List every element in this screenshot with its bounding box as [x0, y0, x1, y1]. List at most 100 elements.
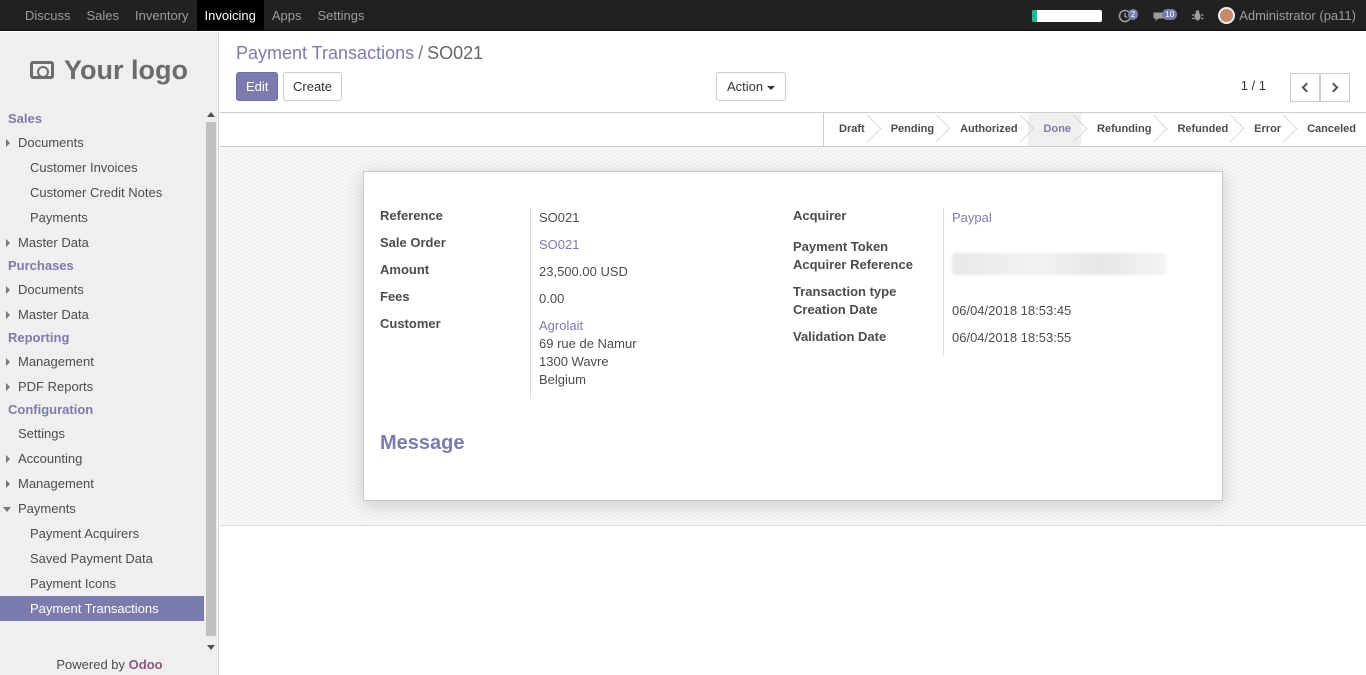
form-group-left: Reference Sale Order Amount Fees Custome… [380, 208, 637, 398]
stage-error[interactable]: Error [1238, 113, 1291, 146]
top-navbar: Discuss Sales Inventory Invoicing Apps S… [0, 0, 1366, 31]
sidebar-item-label: Documents [18, 135, 84, 150]
stage-draft[interactable]: Draft [824, 113, 875, 146]
scroll-down-arrow-icon[interactable] [207, 645, 215, 650]
menu-inventory[interactable]: Inventory [127, 0, 196, 30]
sidebar-item-payment-transactions[interactable]: Payment Transactions [0, 596, 204, 621]
label-validation-date: Validation Date [793, 329, 887, 344]
sidebar-item-settings[interactable]: Settings [0, 421, 204, 446]
sidebar-item-label: Management [18, 354, 94, 369]
value-sale-order[interactable]: SO021 [539, 237, 637, 264]
sidebar-item-label: Settings [18, 426, 65, 441]
company-logo[interactable]: Your logo [0, 32, 218, 108]
sidebar-item-label: Payment Icons [30, 576, 116, 591]
message-heading: Message [380, 432, 465, 454]
main-content: Payment Transactions / SO021 Edit Create A… [220, 32, 1366, 675]
menu-discuss[interactable]: Discuss [17, 0, 79, 30]
scrollbar-thumb[interactable] [206, 122, 216, 636]
create-button[interactable]: Create [283, 72, 343, 101]
sidebar-item-master-data[interactable]: Master Data [0, 302, 204, 327]
debug-menu[interactable] [1191, 9, 1204, 22]
stage-pending[interactable]: Pending [875, 113, 944, 146]
value-fees: 0.00 [539, 291, 565, 306]
stage-done[interactable]: Done [1027, 113, 1082, 146]
odoo-link[interactable]: Odoo [129, 657, 163, 672]
breadcrumb-separator: / [418, 43, 424, 63]
sidebar-item-management[interactable]: Management [0, 471, 204, 496]
sidebar-item-label: Accounting [18, 451, 83, 466]
sidebar-scrollbar[interactable] [204, 108, 218, 654]
label-amount: Amount [380, 262, 430, 277]
stage-refunding[interactable]: Refunding [1081, 113, 1161, 146]
right-labels: Acquirer Payment Token Acquirer Referenc… [793, 208, 943, 356]
sidebar-item-customer-invoices[interactable]: Customer Invoices [0, 155, 204, 180]
sidebar-item-payment-acquirers[interactable]: Payment Acquirers [0, 521, 204, 546]
sidebar-item-label: Payment Acquirers [30, 526, 140, 541]
edit-button[interactable]: Edit [236, 72, 279, 101]
messaging-menu[interactable]: 10 [1152, 9, 1178, 23]
sidebar-item-label: Payments [18, 501, 76, 516]
scroll-up-arrow-icon[interactable] [207, 112, 215, 117]
chevron-left-icon [1301, 82, 1312, 93]
label-fees: Fees [380, 289, 410, 304]
value-acquirer[interactable]: Paypal [952, 210, 1166, 247]
sidebar-item-payments[interactable]: Payments [0, 205, 204, 230]
sidebar-item-documents[interactable]: Documents [0, 130, 204, 155]
progress-fill [1031, 9, 1038, 22]
sidebar-item-label: Customer Invoices [30, 160, 138, 175]
sidebar-item-payment-icons[interactable]: Payment Icons [0, 571, 204, 596]
onboarding-progress-bar[interactable] [1031, 9, 1102, 22]
sidebar-item-accounting[interactable]: Accounting [0, 446, 204, 471]
chevron-right-icon [1328, 82, 1339, 93]
avatar[interactable] [1218, 7, 1236, 24]
customer-address-line-2: 1300 Wavre [539, 354, 609, 369]
pager-value[interactable]: 1 / 1 [1241, 78, 1266, 93]
pager-previous-button[interactable] [1290, 73, 1320, 102]
menu-settings[interactable]: Settings [309, 0, 372, 30]
value-amount: 23,500.00 USD [539, 264, 628, 279]
value-customer[interactable]: Agrolait [539, 318, 637, 336]
sidebar-section-reporting: Reporting [8, 330, 70, 345]
caret-right-icon [6, 239, 10, 247]
sidebar-item-documents[interactable]: Documents [0, 277, 204, 302]
pager-next-button[interactable] [1320, 73, 1350, 102]
camera-icon [30, 61, 54, 79]
caret-right-icon [6, 311, 10, 319]
stage-pipeline: Draft Pending Authorized Done Refunding Refun… [823, 113, 1366, 146]
activity-menu[interactable]: 2 [1118, 9, 1139, 23]
sidebar-item-saved-payment-data[interactable]: Saved Payment Data [0, 546, 204, 571]
action-dropdown[interactable]: Action [716, 72, 787, 101]
left-labels: Reference Sale Order Amount Fees Custome… [380, 208, 530, 398]
bug-icon [1192, 10, 1204, 21]
caret-down-icon [767, 85, 776, 90]
sidebar-item-label: PDF Reports [18, 379, 94, 394]
stage-authorized[interactable]: Authorized [944, 113, 1027, 146]
menu-invoicing[interactable]: Invoicing [196, 0, 264, 30]
sidebar-item-master-data[interactable]: Master Data [0, 230, 204, 255]
sidebar-item-label: Master Data [18, 307, 89, 322]
label-acquirer: Acquirer [793, 208, 847, 223]
label-reference: Reference [380, 208, 443, 223]
user-menu[interactable]: Administrator (pa11) [1239, 8, 1356, 23]
value-acquirer-reference [952, 247, 1166, 303]
menu-sales[interactable]: Sales [79, 0, 128, 30]
sidebar: Your logo Sales Documents Customer Invoice… [0, 32, 219, 675]
sidebar-item-label: Payments [30, 210, 88, 225]
form-group-right: Acquirer Payment Token Acquirer Referenc… [793, 208, 1166, 356]
sidebar-item-label: Payment Transactions [30, 601, 159, 616]
stage-refunded[interactable]: Refunded [1161, 113, 1238, 146]
caret-right-icon [6, 286, 10, 294]
breadcrumb-parent[interactable]: Payment Transactions [236, 43, 414, 63]
label-transaction-type: Transaction type [793, 284, 897, 299]
value-reference: SO021 [539, 210, 580, 225]
redacted-reference [952, 253, 1166, 275]
menu-apps[interactable]: Apps [264, 0, 310, 30]
label-acquirer-reference: Acquirer Reference [793, 257, 913, 272]
action-label: Action [727, 79, 764, 94]
stage-canceled[interactable]: Canceled [1291, 113, 1366, 146]
sidebar-item-payments[interactable]: Payments [0, 496, 204, 521]
sidebar-item-customer-credit-notes[interactable]: Customer Credit Notes [0, 180, 204, 205]
sidebar-section-sales: Sales [8, 111, 42, 126]
sidebar-item-management[interactable]: Management [0, 349, 204, 374]
sidebar-item-pdf-reports[interactable]: PDF Reports [0, 374, 204, 399]
